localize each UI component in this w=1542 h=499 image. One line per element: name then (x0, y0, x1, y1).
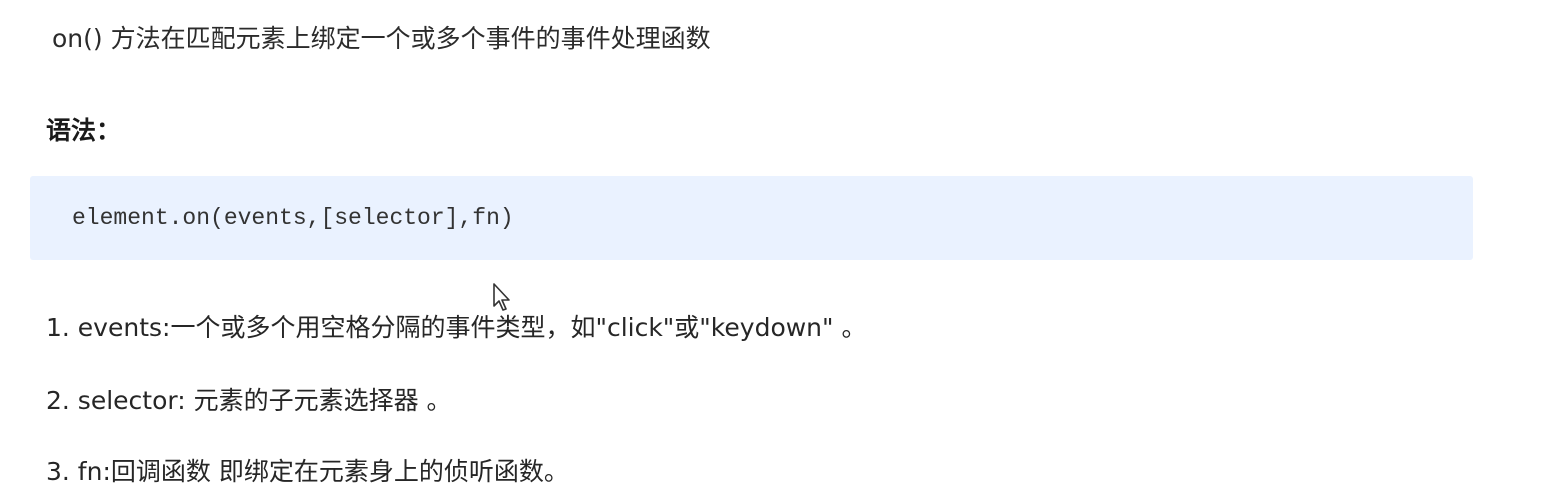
param-fn: 3. fn:回调函数 即绑定在元素身上的侦听函数。 (46, 457, 569, 486)
code-block: element.on(events,[selector],fn) (30, 176, 1473, 260)
param-events: 1. events:一个或多个用空格分隔的事件类型，如"click"或"keyd… (46, 313, 867, 342)
intro-text: on() 方法在匹配元素上绑定一个或多个事件的事件处理函数 (52, 24, 711, 53)
mouse-pointer-icon (493, 283, 510, 311)
syntax-heading: 语法： (46, 116, 122, 145)
code-line: element.on(events,[selector],fn) (72, 205, 514, 231)
param-selector: 2. selector: 元素的子元素选择器 。 (46, 386, 452, 415)
